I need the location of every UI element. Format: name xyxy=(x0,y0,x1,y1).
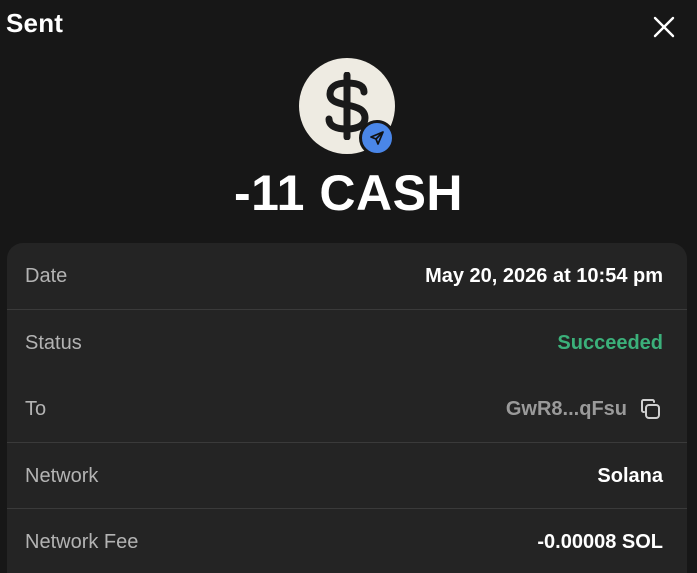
status-label: Status xyxy=(25,331,82,354)
to-row: To GwR8...qFsu xyxy=(7,376,687,442)
network-value: Solana xyxy=(597,464,663,487)
send-icon xyxy=(370,131,384,145)
date-value: May 20, 2026 at 10:54 pm xyxy=(425,264,663,287)
network-label: Network xyxy=(25,464,99,487)
status-row: Status Succeeded xyxy=(7,310,687,376)
close-icon xyxy=(653,16,675,38)
date-label: Date xyxy=(25,264,68,287)
network-fee-label: Network Fee xyxy=(25,530,139,553)
sent-badge xyxy=(359,120,395,156)
date-row: Date May 20, 2026 at 10:54 pm xyxy=(7,243,687,309)
token-avatar xyxy=(299,58,395,156)
network-row: Network Solana xyxy=(7,443,687,509)
copy-icon xyxy=(641,399,660,419)
network-fee-value: -0.00008 SOL xyxy=(537,530,663,553)
to-label: To xyxy=(25,397,47,420)
copy-address-button[interactable] xyxy=(637,396,663,422)
to-value-group: GwR8...qFsu xyxy=(506,396,663,422)
transaction-detail-screen: Sent -11 CASH Date May 20, 2026 at 10:54… xyxy=(0,0,697,573)
page-title: Sent xyxy=(6,8,64,38)
transaction-amount: -11 CASH xyxy=(233,165,464,221)
details-card: Date May 20, 2026 at 10:54 pm Status Suc… xyxy=(7,243,687,573)
to-address: GwR8...qFsu xyxy=(505,397,627,420)
status-value: Succeeded xyxy=(557,331,663,354)
close-button[interactable] xyxy=(646,9,682,45)
network-fee-row: Network Fee -0.00008 SOL xyxy=(7,509,687,573)
